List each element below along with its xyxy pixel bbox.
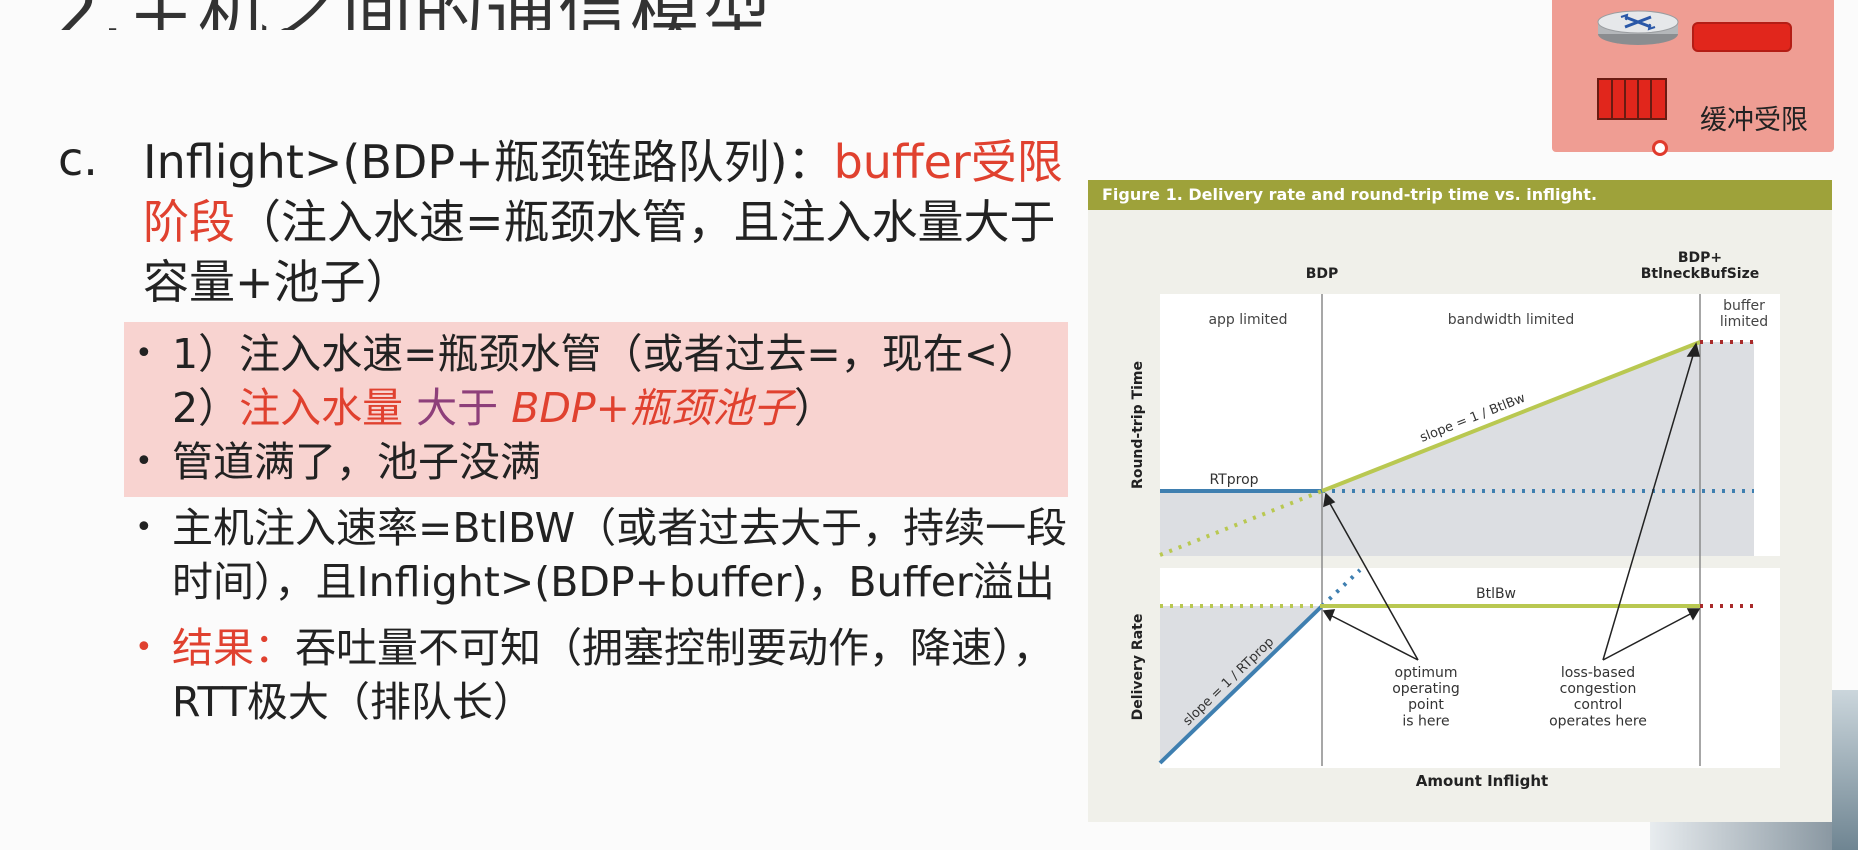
figure-header: Figure 1. Delivery rate and round-trip t… (1088, 180, 1832, 210)
item-c-text-end: （注入水速=瓶颈水管，且注入水量大于容量+池子） (143, 195, 1056, 309)
bullet-3: • 主机注入速率=BtlBW（或者过去大于，持续一段时间），且Inflight>… (130, 501, 1070, 609)
rtprop-label: RTprop (1209, 472, 1258, 488)
x-axis-label: Amount Inflight (1416, 772, 1548, 790)
bdp-label: BDP (1306, 266, 1339, 282)
video-thumbnail (1832, 690, 1858, 850)
bdp-buf-label: BDP+ BtlneckBufSize (1641, 250, 1760, 282)
link-bar-icon (1692, 22, 1792, 52)
bullet-dot: • (135, 630, 153, 665)
buffer-queue-icon (1597, 78, 1667, 120)
bullet-dot: • (135, 444, 153, 479)
bullet-2: • 管道满了，池子没满 (130, 435, 1070, 489)
slide-title: 2.主机之间的通信模型 (55, 0, 774, 30)
bullet-dot: • (135, 510, 153, 545)
item-c-text-start: Inflight>(BDP+瓶颈链路队列)： (143, 135, 834, 189)
rate-axis-label: Delivery Rate (1130, 614, 1146, 721)
bullet-list: • 1）注入水速=瓶颈水管（或者过去=，现在<）2）注入水量 大于 BDP+瓶颈… (130, 327, 1070, 729)
pointer-dot-icon (1652, 140, 1668, 156)
bdp-chart: BDP BDP+ BtlneckBufSize app limited bandw… (1130, 250, 1780, 790)
bullet-dot: • (135, 336, 153, 371)
bullet-4: • 结果：吞吐量不可知（拥塞控制要动作，降速），RTT极大（排队长） (130, 621, 1070, 729)
item-c-marker: c. (58, 132, 98, 186)
video-thumbnail-strip (1650, 822, 1832, 850)
legend-label: 缓冲受限 (1700, 105, 1808, 136)
figure-caption: Figure 1. Delivery rate and round-trip t… (1102, 185, 1598, 204)
router-icon (1597, 10, 1679, 45)
bullet-1: • 1）注入水速=瓶颈水管（或者过去=，现在<）2）注入水量 大于 BDP+瓶颈… (130, 327, 1070, 435)
region-bandwidth: bandwidth limited (1448, 312, 1575, 328)
btlbw-label: BtlBw (1476, 586, 1516, 602)
item-c-text: Inflight>(BDP+瓶颈链路队列)：buffer受限阶段（注入水速=瓶颈… (143, 132, 1093, 312)
region-buffer: buffer limited (1720, 298, 1768, 330)
region-app: app limited (1208, 312, 1287, 328)
rtt-axis-label: Round-trip Time (1130, 361, 1146, 489)
